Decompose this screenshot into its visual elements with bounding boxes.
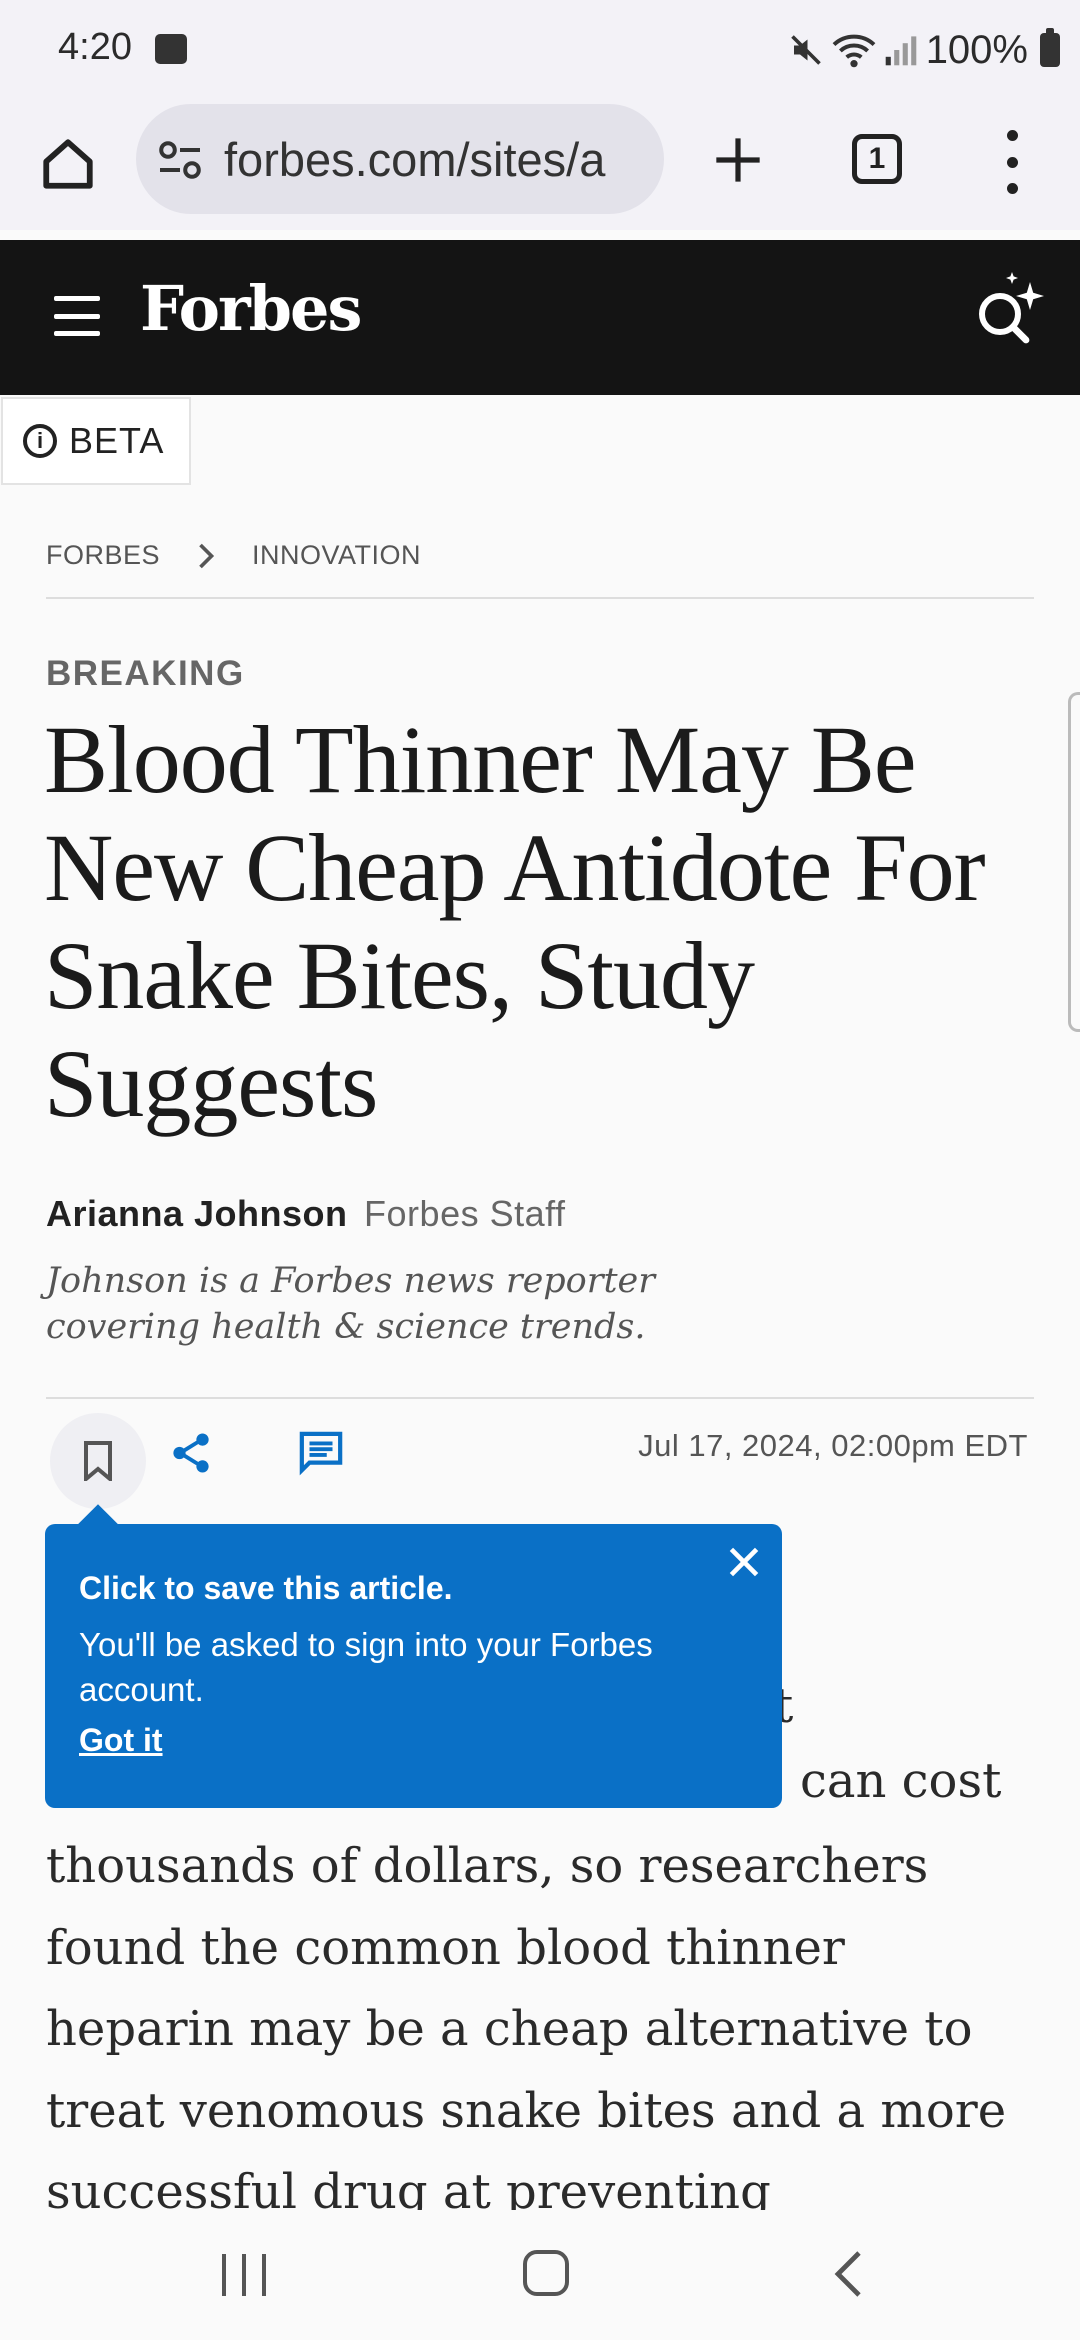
body-line: found the common blood thinner [46,1919,845,1976]
site-header: Forbes [0,240,1080,395]
new-tab-button[interactable] [706,120,770,200]
plus-icon [716,138,760,182]
nav-home-button[interactable] [523,2250,569,2296]
beta-label: BETA [69,420,165,461]
divider [46,597,1034,599]
comment-icon[interactable] [298,1430,344,1476]
signal-icon [885,36,916,66]
site-settings-icon[interactable] [156,138,204,182]
author-role: Forbes Staff [364,1193,566,1234]
bookmark-icon [84,1441,112,1481]
tooltip-title: Click to save this article. [79,1570,453,1606]
chevron-right-icon [182,541,230,571]
author-name[interactable]: Arianna Johnson [46,1193,348,1234]
publish-date: Jul 17, 2024, 02:00pm EDT [638,1428,1028,1463]
body-line: treat venomous snake bites and a more [46,2082,1007,2139]
home-button[interactable] [30,126,106,202]
mute-icon [790,35,821,65]
status-icons: 100% [788,24,1060,76]
system-nav-bar [0,2210,1080,2340]
forbes-logo[interactable]: Forbes [140,272,362,345]
article-headline: Blood Thinner May Be New Cheap Antidote … [44,706,986,1137]
tooltip-text: You'll be asked to sign into your Forbes… [79,1626,653,1708]
status-bar: 4:20 100% [0,0,1080,100]
tab-switcher-button[interactable]: 1 [852,134,902,184]
author-bio: Johnson is a Forbes news reporter coveri… [46,1261,655,1347]
battery-icon [1040,28,1060,67]
wifi-icon [832,34,876,68]
scroll-indicator[interactable] [1068,692,1080,1032]
home-icon [43,139,93,189]
browser-toolbar: forbes.com/sites/a 1 [0,100,1080,334]
gallery-notification-icon [155,34,187,64]
share-icon[interactable] [168,1430,214,1476]
info-icon: i [23,424,57,458]
body-line: heparin may be a cheap alternative to [46,2001,973,2057]
breadcrumb-forbes[interactable]: FORBES [46,540,160,571]
close-icon[interactable] [726,1544,762,1580]
more-options-button[interactable] [990,130,1034,194]
save-article-tooltip: Click to save this article. You'll be as… [45,1524,782,1808]
url-text: forbes.com/sites/a [224,133,606,186]
address-bar[interactable]: forbes.com/sites/a [136,104,664,214]
ai-search-icon[interactable] [970,270,1050,350]
back-icon[interactable] [832,2250,868,2298]
divider [46,1397,1034,1399]
recent-apps-button[interactable] [222,2254,266,2296]
beta-badge[interactable]: i BETA [1,397,191,485]
status-time: 4:20 [58,26,132,68]
got-it-link[interactable]: Got it [79,1722,163,1759]
breadcrumb-innovation[interactable]: INNOVATION [252,540,421,571]
body-line: thousands of dollars, so researchers [46,1838,929,1894]
bookmark-button[interactable] [50,1413,146,1509]
battery-percent: 100% [925,27,1028,72]
hamburger-menu-icon[interactable] [54,296,100,336]
breadcrumb: FORBES INNOVATION [46,540,421,571]
kicker-label: BREAKING [46,654,245,693]
byline: Arianna Johnson Forbes Staff [46,1193,565,1235]
